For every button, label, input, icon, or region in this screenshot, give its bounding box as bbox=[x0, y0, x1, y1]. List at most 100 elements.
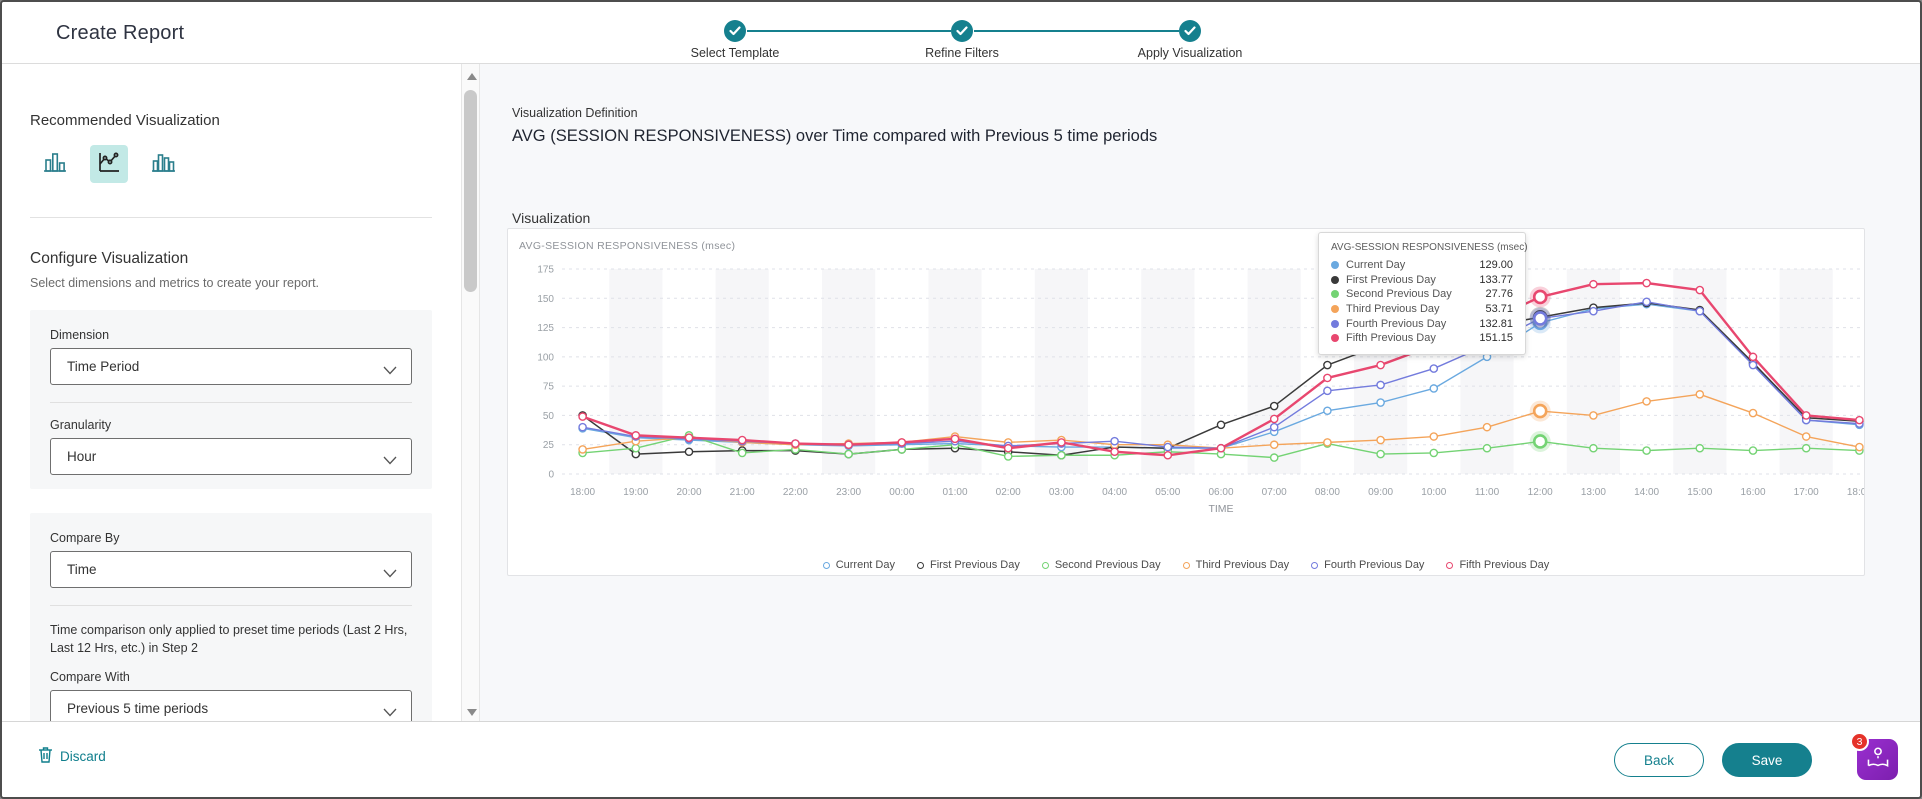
back-button[interactable]: Back bbox=[1614, 743, 1704, 777]
chevron-down-icon bbox=[383, 705, 397, 720]
data-point bbox=[684, 447, 694, 457]
column-stripe bbox=[1566, 269, 1620, 474]
scrollbar-thumb[interactable] bbox=[464, 90, 477, 292]
data-point bbox=[578, 422, 587, 432]
series-color-dot bbox=[1331, 305, 1339, 314]
x-tick-label: 12:00 bbox=[1528, 487, 1553, 498]
tooltip-series-name: Fifth Previous Day bbox=[1346, 332, 1436, 345]
scroll-down-arrow-icon[interactable] bbox=[467, 709, 477, 716]
legend-marker-icon bbox=[1041, 561, 1049, 569]
step-label: Apply Visualization bbox=[1137, 46, 1243, 60]
data-point bbox=[1589, 306, 1598, 316]
x-tick-label: 10:00 bbox=[1421, 487, 1446, 498]
compare-with-select[interactable]: Previous 5 time periods bbox=[50, 690, 412, 725]
line-chart-option[interactable] bbox=[90, 145, 128, 183]
compare-with-value: Previous 5 time periods bbox=[67, 701, 209, 717]
granularity-select[interactable]: Hour bbox=[50, 438, 412, 475]
data-point bbox=[1429, 448, 1439, 458]
data-point bbox=[1110, 447, 1119, 457]
data-point bbox=[1429, 432, 1439, 441]
visualization-section-label: Visualization bbox=[512, 210, 591, 226]
granularity-label: Granularity bbox=[50, 418, 112, 432]
tooltip-row: First Previous Day 133.77 bbox=[1331, 273, 1513, 288]
tooltip-series-name: Third Previous Day bbox=[1346, 303, 1440, 316]
tooltip-row: Current Day 129.00 bbox=[1331, 258, 1513, 273]
x-tick-label: 23:00 bbox=[836, 487, 861, 498]
data-point bbox=[578, 412, 587, 421]
dimension-label: Dimension bbox=[50, 328, 110, 342]
legend-label: Fifth Previous Day bbox=[1459, 559, 1550, 571]
step-refine-filters[interactable]: Refine Filters bbox=[925, 20, 999, 60]
legend-item[interactable]: Fourth Previous Day bbox=[1311, 559, 1424, 571]
data-point bbox=[578, 445, 587, 454]
visualization-type-picker bbox=[36, 145, 432, 183]
y-tick-label: 100 bbox=[537, 352, 554, 363]
y-tick-label: 150 bbox=[537, 294, 554, 305]
y-tick-label: 175 bbox=[537, 265, 554, 276]
grouped-bar-chart-option[interactable] bbox=[144, 145, 182, 183]
tooltip-series-value: 129.00 bbox=[1479, 259, 1513, 272]
data-point bbox=[1642, 297, 1651, 307]
step-complete-icon bbox=[724, 20, 746, 42]
data-point bbox=[737, 448, 747, 458]
compare-with-label: Compare With bbox=[50, 670, 130, 685]
step-apply-visualization[interactable]: Apply Visualization bbox=[1138, 20, 1242, 60]
data-point bbox=[1855, 442, 1864, 452]
x-tick-label: 17:00 bbox=[1794, 487, 1819, 498]
tooltip-series-name: First Previous Day bbox=[1346, 273, 1436, 286]
tooltip-row: Second Previous Day 27.76 bbox=[1331, 287, 1513, 302]
data-point bbox=[791, 439, 800, 448]
bar-chart-option[interactable] bbox=[36, 145, 74, 183]
column-stripe bbox=[1673, 269, 1727, 474]
configure-visualization-subtitle: Select dimensions and metrics to create … bbox=[30, 276, 320, 290]
data-point bbox=[1110, 436, 1119, 446]
legend-item[interactable]: Current Day bbox=[822, 559, 895, 571]
scroll-up-arrow-icon[interactable] bbox=[467, 73, 477, 80]
legend-item[interactable]: Third Previous Day bbox=[1182, 559, 1289, 571]
data-point bbox=[1695, 443, 1705, 453]
line-chart[interactable]: 0 25 50 75 100 125 150 175 18:00 19:00 20:00 21:00 2… bbox=[508, 229, 1864, 575]
dimension-value: Time Period bbox=[67, 359, 140, 374]
legend-marker-icon bbox=[1446, 561, 1454, 569]
dimension-select[interactable]: Time Period bbox=[50, 348, 412, 385]
main-panel: Visualization Definition AVG (SESSION RE… bbox=[480, 64, 1920, 725]
x-tick-label: 05:00 bbox=[1155, 487, 1180, 498]
footer: Discard Back Save 3 bbox=[2, 721, 1920, 797]
data-point bbox=[1376, 398, 1385, 407]
resource-center-button[interactable]: 3 bbox=[1850, 732, 1898, 780]
data-point bbox=[1642, 278, 1651, 288]
data-point bbox=[1748, 352, 1758, 362]
data-point bbox=[1057, 438, 1066, 447]
tooltip-series-value: 53.71 bbox=[1485, 303, 1513, 316]
data-point bbox=[1376, 449, 1385, 459]
sidebar-scrollbar[interactable] bbox=[461, 64, 480, 725]
data-point bbox=[1589, 443, 1598, 453]
x-tick-label: 18:00 bbox=[570, 487, 595, 498]
step-select-template[interactable]: Select Template bbox=[691, 20, 779, 60]
bar-chart-icon bbox=[42, 149, 68, 180]
data-point bbox=[844, 449, 853, 459]
legend-item[interactable]: Second Previous Day bbox=[1041, 559, 1161, 571]
y-tick-label: 75 bbox=[543, 382, 555, 393]
x-tick-label: 13:00 bbox=[1581, 487, 1606, 498]
compare-by-select[interactable]: Time bbox=[50, 551, 412, 588]
data-point bbox=[1482, 422, 1492, 432]
legend-item[interactable]: Fifth Previous Day bbox=[1446, 559, 1549, 571]
x-tick-label: 09:00 bbox=[1368, 487, 1393, 498]
data-point bbox=[1482, 443, 1492, 453]
legend-marker-icon bbox=[1311, 561, 1319, 569]
series-color-dot bbox=[1331, 275, 1339, 284]
column-stripe bbox=[1779, 269, 1833, 474]
stepper-connector bbox=[747, 30, 951, 32]
legend-item[interactable]: First Previous Day bbox=[916, 559, 1020, 571]
series-color-dot bbox=[1331, 261, 1339, 270]
legend-label: First Previous Day bbox=[929, 559, 1020, 571]
discard-button[interactable]: Discard bbox=[38, 746, 106, 766]
trash-icon bbox=[38, 746, 53, 766]
tooltip-row: Third Previous Day 53.71 bbox=[1331, 302, 1513, 317]
save-button[interactable]: Save bbox=[1722, 743, 1812, 777]
legend-marker-icon bbox=[1182, 561, 1190, 569]
compare-panel: Compare By Time Time comparison only app… bbox=[30, 513, 432, 725]
configure-visualization-title: Configure Visualization bbox=[30, 250, 189, 267]
x-tick-label: 21:00 bbox=[730, 487, 755, 498]
